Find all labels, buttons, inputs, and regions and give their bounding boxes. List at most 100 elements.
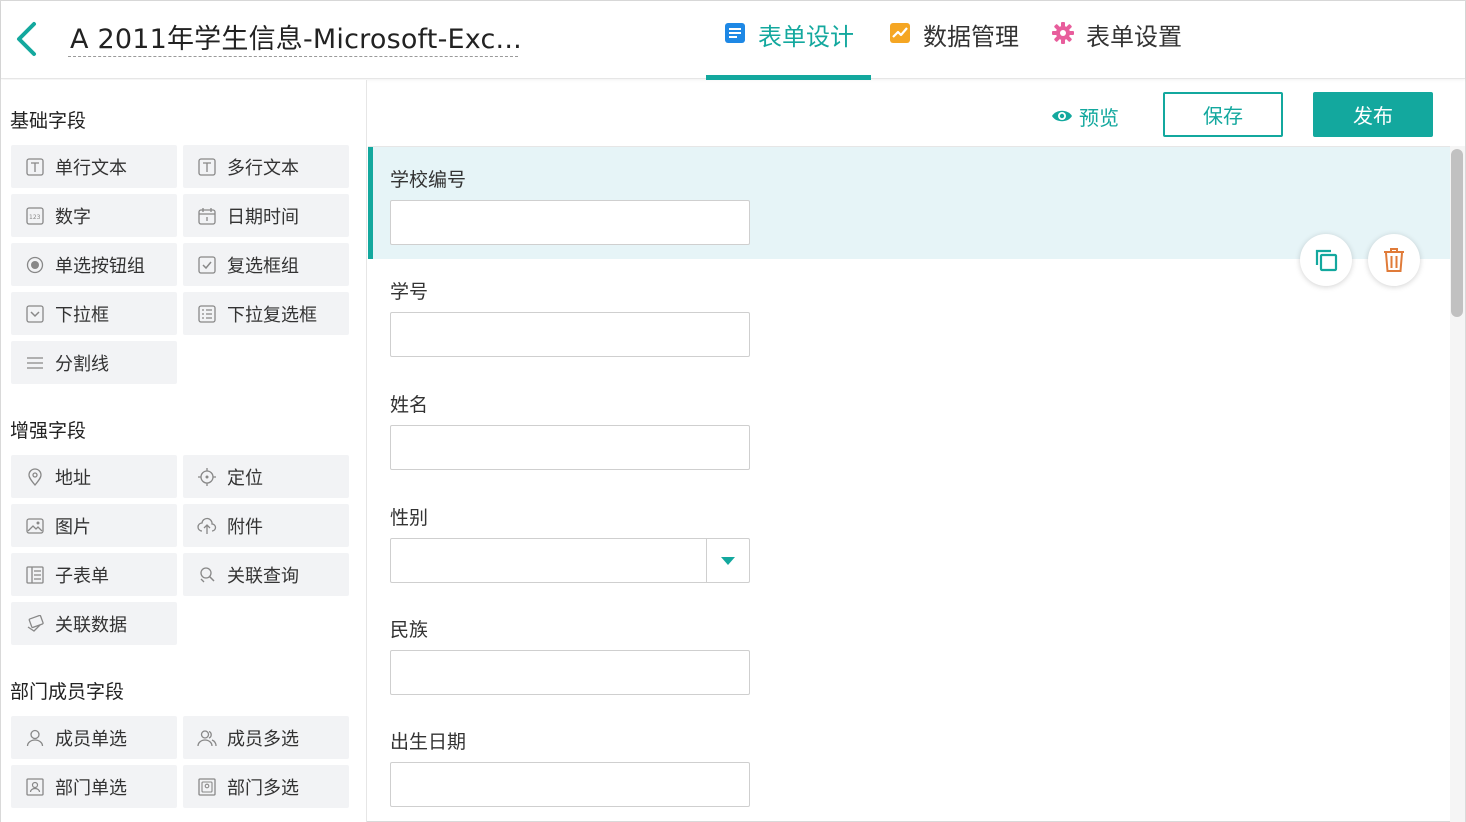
field-label: 图片	[55, 516, 91, 538]
field-link-query[interactable]: 关联查询	[183, 553, 349, 596]
field-label: 数字	[55, 206, 91, 228]
preview-button[interactable]: 预览	[1051, 101, 1119, 131]
field-label: 定位	[227, 467, 263, 489]
calendar-icon	[197, 206, 217, 226]
text-input[interactable]	[390, 312, 750, 357]
field-label: 单行文本	[55, 157, 127, 179]
text-input[interactable]	[390, 762, 750, 807]
field-dropdown-checklist[interactable]: 下拉复选框	[183, 292, 349, 335]
field-number[interactable]: 123 数字	[11, 194, 177, 237]
user-icon	[25, 728, 45, 748]
field-label: 民族	[390, 619, 429, 641]
select-input[interactable]	[390, 538, 750, 583]
text-input[interactable]	[390, 425, 750, 470]
form-field-birth-date[interactable]: 出生日期	[368, 709, 1450, 821]
field-dropdown[interactable]: 下拉框	[11, 292, 177, 335]
field-checkbox-group[interactable]: 复选框组	[183, 243, 349, 286]
dropdown-checklist-icon	[197, 304, 217, 324]
tab-label: 数据管理	[923, 23, 1019, 51]
field-attachment[interactable]: 附件	[183, 504, 349, 547]
field-address[interactable]: 地址	[11, 455, 177, 498]
chart-icon	[887, 20, 913, 46]
publish-button[interactable]: 发布	[1313, 92, 1433, 137]
field-label: 下拉框	[55, 304, 109, 326]
cloud-upload-icon	[197, 516, 217, 536]
section-title-basic: 基础字段	[10, 110, 87, 132]
image-icon	[25, 516, 45, 536]
dropdown-arrow[interactable]	[706, 539, 749, 582]
tab-data-management[interactable]: 数据管理	[871, 1, 1036, 79]
form-doc-icon	[722, 20, 748, 46]
field-label: 日期时间	[227, 206, 299, 228]
field-image[interactable]: 图片	[11, 504, 177, 547]
save-button[interactable]: 保存	[1163, 92, 1283, 137]
form-field-school-id[interactable]: 学校编号	[368, 147, 1450, 259]
field-label: 下拉复选框	[227, 304, 317, 326]
field-link-data[interactable]: 关联数据	[11, 602, 177, 645]
radio-icon	[25, 255, 45, 275]
field-label: 单选按钮组	[55, 255, 145, 277]
users-icon	[197, 728, 217, 748]
field-label: 子表单	[55, 565, 109, 587]
trash-icon	[1384, 248, 1404, 272]
field-single-line-text[interactable]: 单行文本	[11, 145, 177, 188]
delete-field-button[interactable]	[1368, 234, 1420, 286]
field-subform[interactable]: 子表单	[11, 553, 177, 596]
section-title-enhanced: 增强字段	[10, 420, 87, 442]
form-field-name[interactable]: 姓名	[368, 372, 1450, 484]
field-divider[interactable]: 分割线	[11, 341, 177, 384]
link-search-icon	[197, 565, 217, 585]
field-radio-group[interactable]: 单选按钮组	[11, 243, 177, 286]
field-palette-sidebar: 基础字段 单行文本 多行文本 123 数字 日期时间 单选按钮组 复选框组 下拉…	[1, 80, 367, 822]
number-icon: 123	[25, 206, 45, 226]
field-label: 分割线	[55, 353, 109, 375]
eye-icon	[1051, 108, 1073, 124]
field-label: 关联数据	[55, 614, 127, 636]
tab-label: 表单设计	[758, 23, 854, 51]
subform-icon	[25, 565, 45, 585]
field-multi-line-text[interactable]: 多行文本	[183, 145, 349, 188]
scrollbar-thumb[interactable]	[1451, 149, 1463, 317]
field-label: 多行文本	[227, 157, 299, 179]
preview-label: 预览	[1079, 105, 1119, 130]
field-label: 出生日期	[390, 731, 467, 753]
crosshair-icon	[197, 467, 217, 487]
field-label: 部门多选	[227, 777, 299, 799]
field-department-single[interactable]: 部门单选	[11, 765, 177, 808]
gear-icon	[1050, 20, 1076, 46]
dropdown-icon	[25, 304, 45, 324]
text-input[interactable]	[390, 200, 750, 245]
link-data-icon	[25, 614, 45, 634]
field-label: 学号	[390, 281, 429, 303]
svg-text:123: 123	[29, 214, 41, 221]
caret-down-icon	[721, 556, 735, 565]
text-icon	[25, 157, 45, 177]
field-member-single[interactable]: 成员单选	[11, 716, 177, 759]
copy-field-button[interactable]	[1300, 234, 1352, 286]
chevron-left-icon	[17, 22, 36, 56]
tab-form-design[interactable]: 表单设计	[706, 1, 871, 80]
field-label: 性别	[390, 507, 429, 529]
departments-icon	[197, 777, 217, 797]
form-field-gender[interactable]: 性别	[368, 485, 1450, 597]
divider-icon	[25, 353, 45, 373]
field-department-multi[interactable]: 部门多选	[183, 765, 349, 808]
field-label: 成员多选	[227, 728, 299, 750]
form-field-student-id[interactable]: 学号	[368, 259, 1450, 371]
textarea-icon	[197, 157, 217, 177]
form-field-ethnicity[interactable]: 民族	[368, 597, 1450, 709]
form-canvas: 学校编号 学号 姓名 性别 民族 出生日期	[368, 146, 1450, 822]
tab-form-settings[interactable]: 表单设置	[1036, 1, 1196, 79]
text-input[interactable]	[390, 650, 750, 695]
field-member-multi[interactable]: 成员多选	[183, 716, 349, 759]
copy-icon	[1315, 249, 1338, 272]
back-button[interactable]	[9, 19, 43, 59]
field-locate[interactable]: 定位	[183, 455, 349, 498]
field-datetime[interactable]: 日期时间	[183, 194, 349, 237]
field-label: 学校编号	[390, 169, 467, 191]
form-title-field[interactable]: A 2011年学生信息-Microsoft-Exc...	[68, 15, 522, 57]
department-icon	[25, 777, 45, 797]
field-label: 地址	[55, 467, 91, 489]
field-label: 关联查询	[227, 565, 299, 587]
top-header: A 2011年学生信息-Microsoft-Exc... 表单设计 数据管理 表…	[1, 1, 1465, 80]
